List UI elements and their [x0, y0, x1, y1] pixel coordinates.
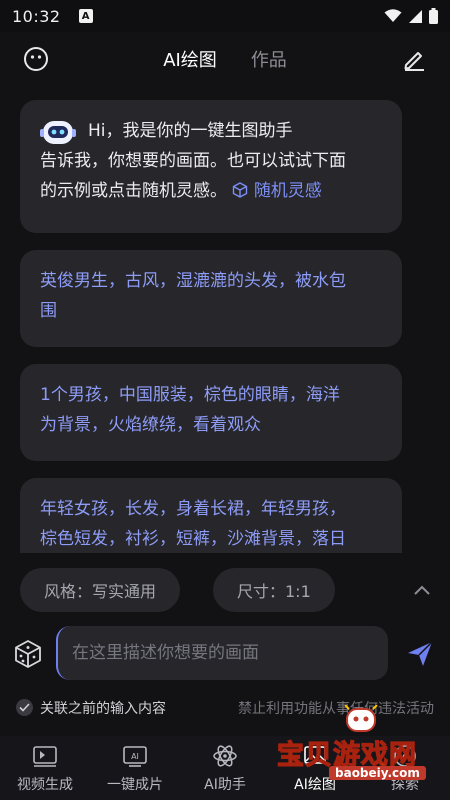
status-bar: 10:32 A	[0, 0, 450, 32]
random-inspiration-label: 随机灵感	[253, 181, 322, 201]
assistant-greeting-bubble: Hi，我是你的一键生图助手 告诉我，你想要的画面。也可以试试下面 的示例或点击随…	[20, 100, 402, 233]
greeting-line-3: 的示例或点击随机灵感。	[40, 181, 227, 201]
status-icons	[384, 8, 438, 24]
greeting-title: Hi，我是你的一键生图助手	[88, 121, 293, 141]
send-icon[interactable]	[406, 640, 434, 668]
size-selector[interactable]: 尺寸：1:1	[213, 568, 335, 612]
nav-video-generation[interactable]: 视频生成	[0, 736, 90, 800]
gamepad-mascot-icon	[344, 705, 378, 732]
chat-area: Hi，我是你的一键生图助手 告诉我，你想要的画面。也可以试试下面 的示例或点击随…	[0, 98, 450, 553]
notification-a-icon: A	[78, 9, 93, 23]
random-inspiration-link[interactable]: 随机灵感	[232, 181, 322, 201]
svg-text:AI: AI	[131, 752, 139, 761]
example-2-line-1: 1个男孩，中国服装，棕色的眼睛，海洋	[40, 385, 340, 405]
watermark-url: baobeiy.com	[329, 766, 426, 780]
link-previous-checkbox[interactable]	[16, 699, 33, 716]
example-prompt-2[interactable]: 1个男孩，中国服装，棕色的眼睛，海洋 为背景，火焰缭绕，看着观众	[20, 364, 402, 461]
tab-works[interactable]: 作品	[251, 46, 287, 72]
cube-icon	[233, 182, 248, 198]
edit-pen-icon[interactable]	[400, 45, 428, 73]
example-prompt-1[interactable]: 英俊男生，古风，湿漉漉的头发，被水包 围	[20, 250, 402, 347]
signal-icon	[409, 9, 422, 23]
example-3-line-2: 棕色短发，衬衫，短裤，沙滩背景，落日	[40, 529, 346, 549]
nav-label-clip: 一键成片	[107, 777, 163, 793]
tab-ai-drawing[interactable]: AI绘图	[163, 46, 217, 72]
generation-options: 风格：写实通用 尺寸：1:1	[0, 568, 450, 612]
clip-ai-icon: AI	[123, 746, 147, 767]
example-2-line-2: 为背景，火焰缭绕，看着观众	[40, 415, 261, 435]
watermark: 宝贝游戏网 baobeiy.com	[275, 705, 450, 785]
chevron-up-icon[interactable]	[410, 578, 434, 602]
prompt-input-row	[0, 626, 450, 682]
battery-icon	[429, 8, 438, 24]
nav-one-click-clip[interactable]: AI 一键成片	[90, 736, 180, 800]
greeting-line-2: 告诉我，你想要的画面。也可以试试下面	[40, 151, 346, 171]
tab-bar: AI绘图 作品	[0, 32, 450, 86]
status-time: 10:32	[12, 6, 61, 26]
nav-ai-assistant[interactable]: AI助手	[180, 736, 270, 800]
dice-random-icon[interactable]	[13, 639, 43, 669]
example-1-line-1: 英俊男生，古风，湿漉漉的头发，被水包	[40, 271, 346, 291]
example-1-line-2: 围	[40, 301, 57, 321]
check-icon	[19, 703, 30, 712]
nav-label-video: 视频生成	[17, 777, 73, 793]
link-previous-label[interactable]: 关联之前的输入内容	[40, 698, 166, 718]
header: AI绘图 作品	[0, 32, 450, 86]
wifi-icon	[384, 9, 402, 22]
video-ai-icon	[33, 746, 57, 767]
robot-avatar-icon	[40, 121, 76, 144]
smiley-icon[interactable]	[22, 45, 50, 73]
style-selector[interactable]: 风格：写实通用	[20, 568, 181, 612]
atom-icon	[213, 745, 237, 767]
example-3-line-1: 年轻女孩，长发，身着长裙，年轻男孩，	[40, 499, 346, 519]
nav-label-assistant: AI助手	[204, 777, 246, 793]
prompt-input[interactable]	[56, 626, 388, 680]
example-prompt-3[interactable]: 年轻女孩，长发，身着长裙，年轻男孩， 棕色短发，衬衫，短裤，沙滩背景，落日	[20, 478, 402, 553]
